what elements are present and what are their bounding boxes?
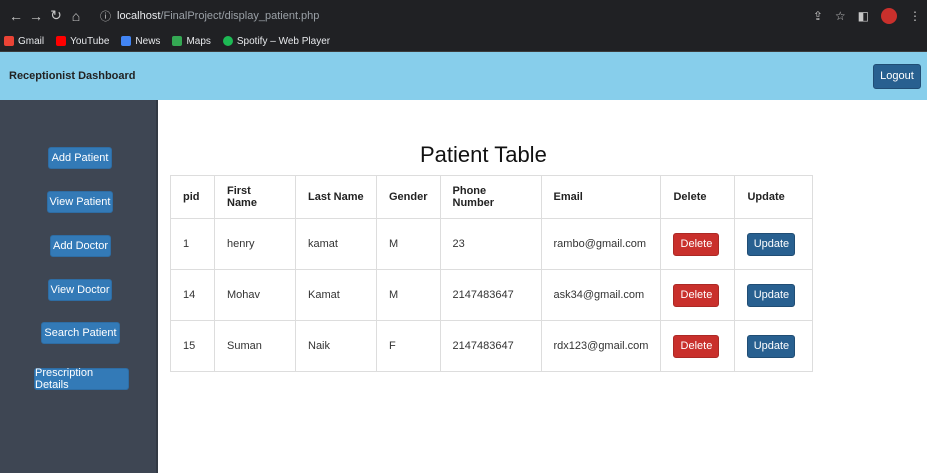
bookmark-youtube[interactable]: YouTube <box>56 36 109 47</box>
view-doctor-button[interactable]: View Doctor <box>48 279 112 301</box>
back-arrow-icon[interactable]: ← <box>6 8 26 24</box>
url-host: localhost <box>117 9 161 22</box>
column-header: Delete <box>660 175 736 219</box>
maps-icon <box>172 36 183 46</box>
cell-delete: Delete <box>660 269 736 321</box>
bookmark-maps[interactable]: Maps <box>172 36 211 47</box>
cell-first-name: henry <box>214 218 296 270</box>
column-header: Last Name <box>295 175 377 219</box>
patient-table: pid First Name Last Name Gender Phone Nu… <box>170 175 814 372</box>
cell-pid: 15 <box>170 320 215 372</box>
view-patient-button[interactable]: View Patient <box>47 191 113 213</box>
cell-delete: Delete <box>660 218 736 270</box>
cell-first-name: Mohav <box>214 269 296 321</box>
info-icon[interactable]: ⓘ <box>100 8 111 24</box>
cell-pid: 14 <box>170 269 215 321</box>
cell-first-name: Suman <box>214 320 296 372</box>
delete-button[interactable]: Delete <box>673 232 720 256</box>
cell-gender: F <box>376 320 441 372</box>
cell-last-name: Naik <box>295 320 377 372</box>
sidebar: Add Patient View Patient Add Doctor View… <box>0 100 158 473</box>
profile-avatar-icon[interactable] <box>881 7 897 24</box>
column-header: First Name <box>214 175 296 219</box>
home-icon[interactable]: ⌂ <box>66 8 86 24</box>
gmail-icon <box>4 36 14 46</box>
cell-delete: Delete <box>660 320 736 372</box>
cell-last-name: kamat <box>295 218 377 270</box>
bookmark-spotify[interactable]: Spotify – Web Player <box>222 36 330 47</box>
cell-email: ask34@gmail.com <box>540 269 662 321</box>
menu-icon[interactable]: ⋮ <box>909 9 921 23</box>
bookmark-news[interactable]: News <box>121 36 160 47</box>
logout-button[interactable]: Logout <box>873 63 921 89</box>
youtube-icon <box>56 36 67 46</box>
cell-phone: 2147483647 <box>439 320 542 372</box>
page-title: Patient Table <box>420 142 547 167</box>
reload-icon[interactable]: ↻ <box>46 7 66 24</box>
address-bar[interactable]: ⓘ localhost /FinalProject/display_patien… <box>100 8 319 24</box>
cell-last-name: Kamat <box>295 269 377 321</box>
cell-phone: 2147483647 <box>439 269 542 321</box>
news-icon <box>121 36 132 46</box>
cell-update: Update <box>734 320 814 372</box>
add-doctor-button[interactable]: Add Doctor <box>50 235 111 257</box>
update-button[interactable]: Update <box>747 283 796 307</box>
column-header: Gender <box>376 175 441 219</box>
bookmark-gmail[interactable]: Gmail <box>4 36 44 47</box>
forward-arrow-icon[interactable]: → <box>26 8 46 24</box>
cell-gender: M <box>376 269 441 321</box>
update-button[interactable]: Update <box>747 232 796 256</box>
update-button[interactable]: Update <box>747 334 796 358</box>
share-icon[interactable]: ⇪ <box>813 9 823 23</box>
prescription-details-button[interactable]: Prescription Details <box>34 367 129 391</box>
delete-button[interactable]: Delete <box>673 283 720 307</box>
cell-email: rdx123@gmail.com <box>540 320 662 372</box>
cell-update: Update <box>734 269 814 321</box>
cell-phone: 23 <box>439 218 542 270</box>
cell-gender: M <box>376 218 441 270</box>
column-header: Update <box>734 175 814 219</box>
add-patient-button[interactable]: Add Patient <box>48 147 112 169</box>
url-path: /FinalProject/display_patient.php <box>160 9 320 22</box>
column-header: Phone Number <box>439 175 542 219</box>
cell-pid: 1 <box>170 218 215 270</box>
star-icon[interactable]: ☆ <box>835 9 846 23</box>
table-row: 1 henry kamat M 23 rambo@gmail.com Delet… <box>170 218 814 270</box>
search-patient-button[interactable]: Search Patient <box>41 322 120 344</box>
delete-button[interactable]: Delete <box>673 334 720 358</box>
cell-update: Update <box>734 218 814 270</box>
spotify-icon <box>222 36 233 46</box>
sidepanel-icon[interactable]: ◧ <box>858 9 869 23</box>
cell-email: rambo@gmail.com <box>540 218 662 270</box>
table-header-row: pid First Name Last Name Gender Phone Nu… <box>170 175 814 219</box>
browser-toolbar: ← → ↻ ⌂ ⓘ localhost /FinalProject/displa… <box>0 0 927 31</box>
column-header: Email <box>540 175 662 219</box>
column-header: pid <box>170 175 215 219</box>
table-row: 14 Mohav Kamat M 2147483647 ask34@gmail.… <box>170 269 814 321</box>
app-header: Receptionist Dashboard Logout <box>0 52 927 100</box>
table-row: 15 Suman Naik F 2147483647 rdx123@gmail.… <box>170 320 814 372</box>
bookmarks-bar: Gmail YouTube News Maps Spotify – Web Pl… <box>0 31 927 52</box>
dashboard-title: Receptionist Dashboard <box>9 70 136 82</box>
